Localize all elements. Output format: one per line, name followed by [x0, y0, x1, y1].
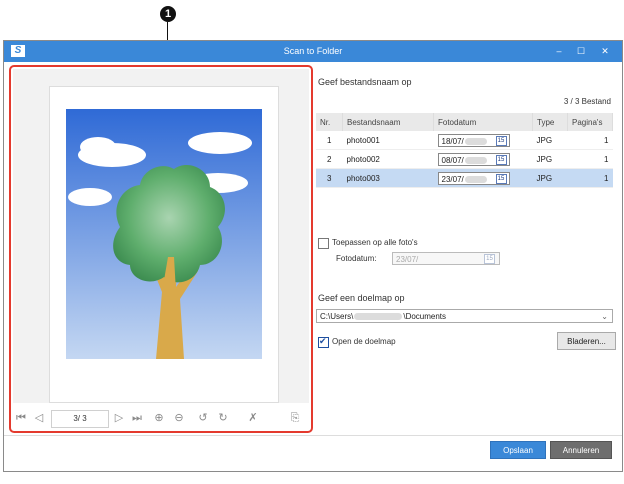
file-type: JPG: [532, 149, 568, 169]
row-number: 1: [316, 131, 343, 150]
delete-page-icon[interactable]: ✗: [245, 410, 261, 426]
minimize-button[interactable]: ‒: [552, 45, 566, 57]
settings-panel: Geef bestandsnaam op 3 / 3 Bestand Nr. B…: [314, 63, 619, 433]
column-header: Bestandsnaam: [342, 113, 434, 131]
table-row[interactable]: 1 photo001 18/07/15 JPG 1: [316, 131, 613, 150]
column-header: Fotodatum: [433, 113, 533, 131]
scanned-photo-image: [66, 109, 262, 359]
last-page-icon[interactable]: ⏭: [129, 410, 145, 426]
path-suffix: \Documents: [403, 312, 447, 321]
preview-panel: ⏮ ◁ 3/ 3 ▷ ⏭ ⊕ ⊖ ↺ ↻ ✗ ⎘: [9, 65, 313, 433]
calendar-icon: 15: [484, 254, 495, 264]
cancel-button[interactable]: Annuleren: [550, 441, 612, 459]
file-name[interactable]: photo003: [342, 168, 434, 188]
calendar-icon[interactable]: 15: [495, 135, 507, 146]
file-name[interactable]: photo002: [342, 149, 434, 169]
table-header-row: Nr. Bestandsnaam Fotodatum Type Pagina's: [316, 113, 613, 131]
scan-to-folder-window: S Scan to Folder ‒ ☐ ✕ ⏮ ◁ 3/ 3 ▷ ⏭ ⊕ ⊖ …: [3, 40, 623, 472]
apply-all-checkbox[interactable]: [318, 238, 329, 249]
next-page-icon[interactable]: ▷: [111, 410, 127, 426]
preview-toolbar: ⏮ ◁ 3/ 3 ▷ ⏭ ⊕ ⊖ ↺ ↻ ✗ ⎘: [11, 407, 311, 429]
folder-heading: Geef een doelmap op: [318, 293, 405, 303]
table-row[interactable]: 2 photo002 08/07/15 JPG 1: [316, 149, 613, 169]
chevron-down-icon[interactable]: ⌄: [601, 310, 608, 324]
close-button[interactable]: ✕: [598, 45, 612, 57]
date-field[interactable]: 18/07/15: [437, 133, 510, 147]
table-row-selected[interactable]: 3 photo003 23/07/15 JPG 1: [316, 168, 613, 188]
page-counter[interactable]: 3/ 3: [51, 410, 109, 428]
photo-date-cell: 23/07/15: [433, 168, 533, 188]
open-folder-label: Open de doelmap: [332, 337, 396, 346]
page-count: 1: [567, 149, 613, 169]
fotodatum-label: Fotodatum:: [336, 254, 377, 263]
destination-folder-select[interactable]: C:\Users\ \Documents ⌄: [316, 309, 613, 323]
fotodatum-field: 23/07/15: [392, 252, 500, 265]
preview-area: [13, 69, 309, 403]
filename-heading: Geef bestandsnaam op: [318, 77, 412, 87]
save-button[interactable]: Opslaan: [490, 441, 546, 459]
date-field[interactable]: 23/07/15: [437, 171, 510, 185]
checkmark-icon: ✔: [319, 336, 327, 346]
calendar-icon[interactable]: 15: [495, 173, 507, 184]
first-page-icon[interactable]: ⏮: [13, 410, 29, 426]
row-number: 2: [316, 149, 343, 169]
rotate-left-icon[interactable]: ↺: [195, 410, 211, 426]
window-title: Scan to Folder: [283, 46, 343, 56]
files-table: Nr. Bestandsnaam Fotodatum Type Pagina's…: [316, 113, 613, 188]
title-bar: S Scan to Folder ‒ ☐ ✕: [4, 41, 622, 62]
file-type: JPG: [532, 131, 568, 150]
date-field[interactable]: 08/07/15: [437, 152, 510, 166]
fotodatum-value: 23/07/: [396, 255, 419, 264]
redacted-text: [464, 156, 487, 164]
previous-page-icon[interactable]: ◁: [31, 410, 47, 426]
path-prefix: C:\Users\: [320, 312, 354, 321]
column-header: Pagina's: [567, 113, 613, 131]
apply-all-label: Toepassen op alle foto's: [332, 238, 418, 247]
file-name[interactable]: photo001: [342, 131, 434, 150]
page-count: 1: [567, 131, 613, 150]
preview-page: [49, 86, 279, 403]
date-value: 08/07/: [441, 155, 464, 165]
photo-date-cell: 18/07/15: [433, 131, 533, 150]
browse-button[interactable]: Bladeren...: [557, 332, 616, 350]
file-counter: 3 / 3 Bestand: [563, 97, 611, 106]
zoom-in-icon[interactable]: ⊕: [151, 410, 167, 426]
column-header: Type: [532, 113, 568, 131]
date-value: 23/07/: [441, 174, 464, 184]
rotate-right-icon[interactable]: ↻: [215, 410, 231, 426]
page-count: 1: [567, 168, 613, 188]
file-type: JPG: [532, 168, 568, 188]
photo-date-cell: 08/07/15: [433, 149, 533, 169]
footer-divider: [4, 435, 622, 436]
column-header: Nr.: [316, 113, 343, 131]
callout-badge: 1: [160, 6, 176, 22]
zoom-out-icon[interactable]: ⊖: [171, 410, 187, 426]
maximize-button[interactable]: ☐: [574, 45, 588, 57]
date-value: 18/07/: [441, 136, 464, 146]
redacted-text: [464, 137, 487, 145]
calendar-icon[interactable]: 15: [495, 154, 507, 165]
open-folder-checkbox[interactable]: ✔: [318, 336, 329, 348]
row-number: 3: [316, 168, 343, 188]
redacted-text: [464, 175, 487, 183]
redacted-text: [354, 313, 403, 321]
insert-page-icon[interactable]: ⎘: [287, 410, 303, 426]
